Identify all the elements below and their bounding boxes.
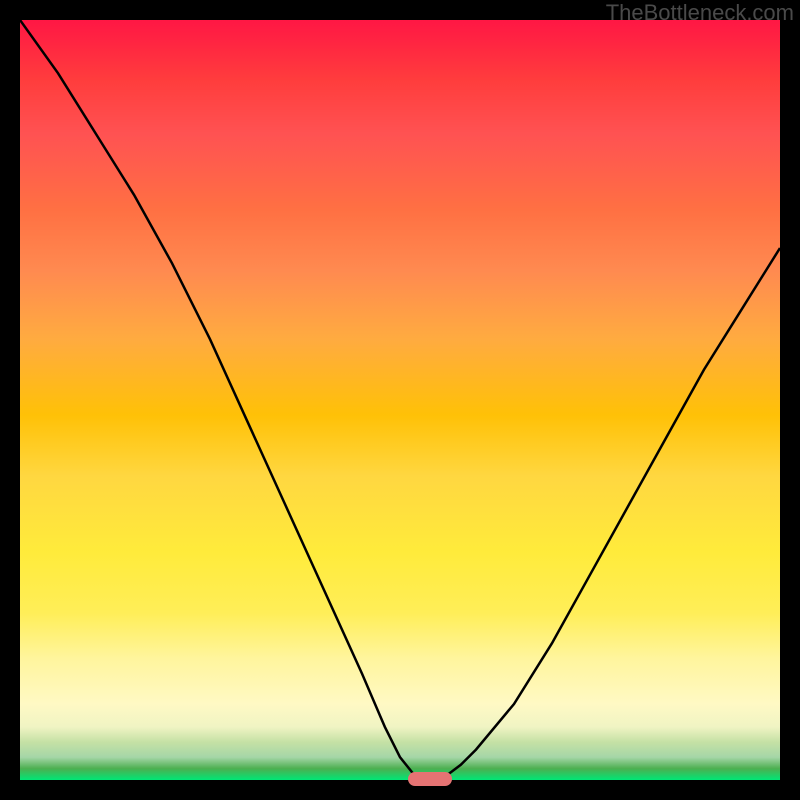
- bottleneck-curve: [20, 20, 780, 780]
- watermark-text: TheBottleneck.com: [606, 0, 794, 26]
- chart-container: TheBottleneck.com: [0, 0, 800, 800]
- optimal-marker: [408, 772, 452, 786]
- plot-area: [20, 20, 780, 780]
